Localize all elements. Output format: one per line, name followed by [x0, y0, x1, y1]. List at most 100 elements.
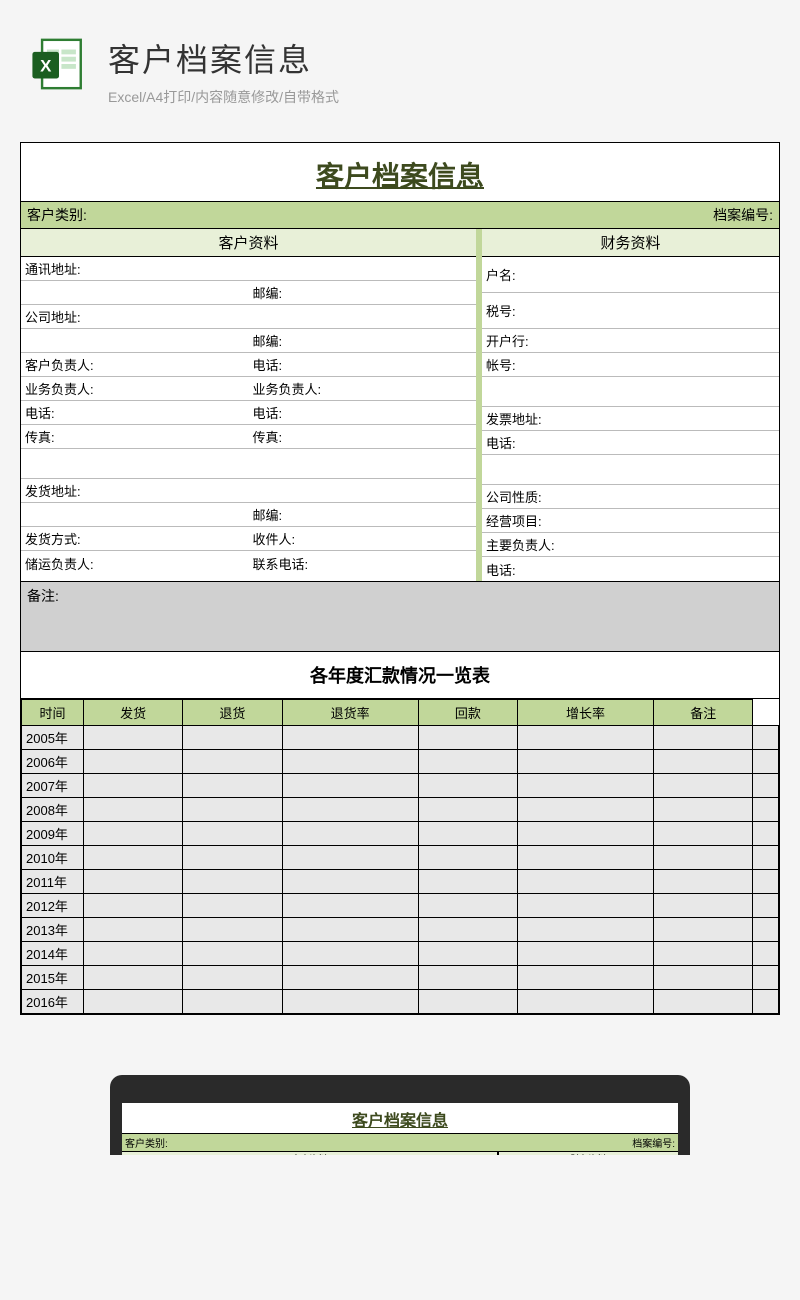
data-cell [183, 822, 282, 846]
year-cell: 2006年 [22, 750, 84, 774]
clip-customer-section: 客户资料 [122, 1151, 498, 1155]
table-row: 2006年 [22, 750, 779, 774]
main-mgr-label: 主要负责人: [482, 533, 559, 556]
data-cell [517, 942, 653, 966]
data-cell [418, 750, 517, 774]
data-cell [753, 966, 779, 990]
data-cell [753, 798, 779, 822]
remarks-area: 备注: [21, 582, 779, 652]
contact-phone-label: 联系电话: [249, 552, 313, 575]
annual-header-cell: 增长率 [517, 700, 653, 726]
invoice-addr-label: 发票地址: [482, 407, 546, 430]
page-subtitle: Excel/A4打印/内容随意修改/自带格式 [108, 87, 770, 107]
data-cell [183, 774, 282, 798]
annual-header-cell: 时间 [22, 700, 84, 726]
data-cell [517, 822, 653, 846]
account-no-label: 帐号: [482, 353, 520, 376]
data-cell [654, 750, 753, 774]
year-cell: 2008年 [22, 798, 84, 822]
doc-title: 客户档案信息 [21, 143, 779, 201]
biz-items-label: 经营项目: [482, 509, 546, 532]
biz-mgr-label-l: 业务负责人: [21, 377, 98, 400]
data-cell [418, 918, 517, 942]
data-cell [654, 990, 753, 1014]
data-cell [753, 942, 779, 966]
data-cell [84, 894, 183, 918]
data-cell [418, 870, 517, 894]
data-cell [282, 726, 418, 750]
data-cell [654, 918, 753, 942]
data-cell [418, 726, 517, 750]
data-cell [282, 822, 418, 846]
year-cell: 2013年 [22, 918, 84, 942]
data-cell [282, 774, 418, 798]
table-row: 2013年 [22, 918, 779, 942]
data-cell [183, 894, 282, 918]
data-cell [282, 798, 418, 822]
data-cell [753, 918, 779, 942]
customer-section-header: 客户资料 [21, 229, 476, 257]
ship-addr-label: 发货地址: [21, 479, 85, 502]
data-cell [84, 798, 183, 822]
phone-label-2: 电话: [21, 401, 59, 424]
recipient-label: 收件人: [249, 527, 300, 550]
data-cell [418, 966, 517, 990]
clip-finance-section: 财务资料 [498, 1151, 678, 1155]
data-cell [517, 966, 653, 990]
data-cell [282, 990, 418, 1014]
company-nature-label: 公司性质: [482, 485, 546, 508]
data-cell [517, 894, 653, 918]
excel-icon: X [30, 35, 88, 93]
data-cell [282, 966, 418, 990]
phone-label-3: 电话: [249, 401, 287, 424]
data-cell [654, 894, 753, 918]
annual-table: 时间发货退货退货率回款增长率备注 2005年2006年2007年2008年200… [21, 699, 779, 1014]
year-cell: 2016年 [22, 990, 84, 1014]
year-cell: 2007年 [22, 774, 84, 798]
data-cell [84, 726, 183, 750]
fax-label-r: 传真: [249, 425, 287, 448]
postcode-label-3: 邮编: [249, 503, 287, 526]
data-cell [654, 774, 753, 798]
data-cell [418, 774, 517, 798]
annual-header-cell: 备注 [654, 700, 753, 726]
year-cell: 2010年 [22, 846, 84, 870]
year-cell: 2011年 [22, 870, 84, 894]
table-row: 2015年 [22, 966, 779, 990]
cust-mgr-label: 客户负责人: [21, 353, 98, 376]
data-cell [753, 750, 779, 774]
data-cell [282, 918, 418, 942]
year-cell: 2005年 [22, 726, 84, 750]
annual-header-cell: 退货 [183, 700, 282, 726]
data-cell [282, 846, 418, 870]
phone-label-4: 电话: [482, 431, 520, 454]
comm-addr-label: 通讯地址: [21, 257, 85, 280]
data-cell [654, 798, 753, 822]
svg-text:X: X [40, 56, 52, 75]
data-cell [753, 990, 779, 1014]
data-cell [753, 894, 779, 918]
data-cell [517, 798, 653, 822]
data-cell [282, 870, 418, 894]
data-cell [753, 774, 779, 798]
table-row: 2007年 [22, 774, 779, 798]
data-cell [282, 942, 418, 966]
postcode-label-2: 邮编: [249, 329, 287, 352]
data-cell [418, 846, 517, 870]
data-cell [418, 822, 517, 846]
annual-header-cell: 回款 [418, 700, 517, 726]
data-cell [183, 798, 282, 822]
table-row: 2008年 [22, 798, 779, 822]
data-cell [517, 726, 653, 750]
data-cell [84, 774, 183, 798]
year-cell: 2012年 [22, 894, 84, 918]
data-cell [282, 894, 418, 918]
data-cell [517, 750, 653, 774]
phone-label-5: 电话: [482, 558, 520, 581]
data-cell [282, 750, 418, 774]
data-cell [654, 822, 753, 846]
phone-label-1: 电话: [249, 353, 287, 376]
data-cell [84, 750, 183, 774]
transport-mgr-label: 储运负责人: [21, 552, 98, 575]
data-cell [84, 990, 183, 1014]
